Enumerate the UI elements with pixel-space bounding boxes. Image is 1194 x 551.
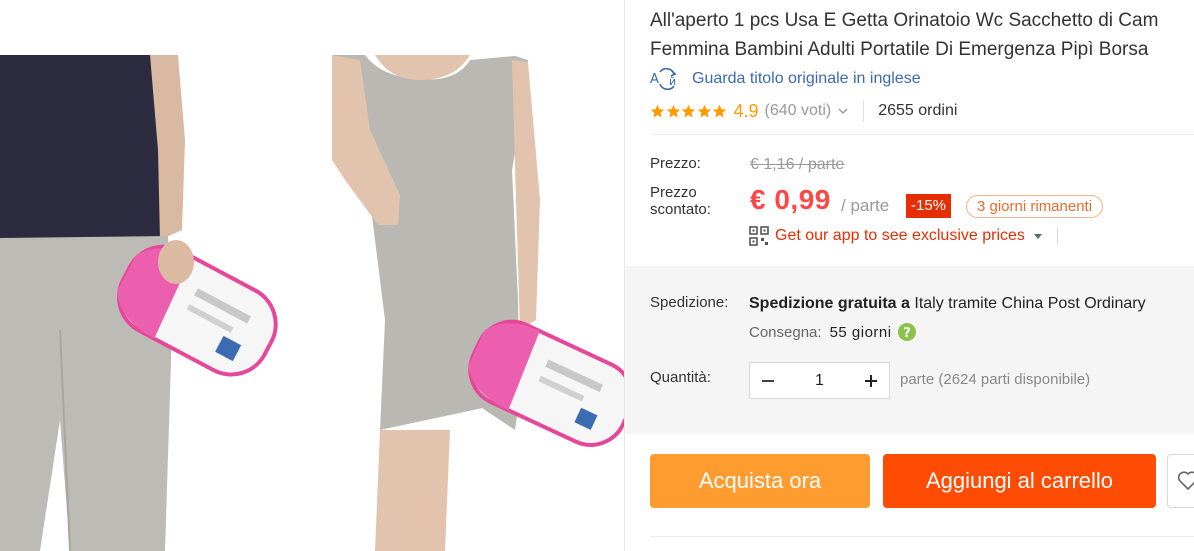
minus-icon <box>762 379 774 382</box>
svg-text:й: й <box>669 75 676 88</box>
svg-text:A: A <box>650 72 659 87</box>
shipping-method[interactable]: Spedizione gratuita a Italy tramite Chin… <box>749 295 1146 313</box>
heart-icon <box>1177 471 1194 491</box>
add-to-cart-button[interactable]: Aggiungi al carrello <box>883 454 1156 508</box>
translate-link-label: Guarda titolo originale in inglese <box>692 70 921 87</box>
votes-count[interactable]: (640 voti) <box>765 102 832 120</box>
caret-down-icon[interactable] <box>1033 231 1043 241</box>
quantity-label: Quantità: <box>650 369 711 386</box>
delivery-info: Consegna: 55 giorni ? <box>749 322 917 342</box>
orders-count: 2655 ordini <box>878 102 958 119</box>
discount-price-label: Prezzo scontato: <box>650 184 711 218</box>
product-title: All'aperto 1 pcs Usa E Getta Orinatoio W… <box>650 6 1194 64</box>
discount-badge: -15% <box>906 194 952 218</box>
rating-stars <box>650 104 728 119</box>
translate-icon: A й <box>650 68 677 90</box>
translate-link[interactable]: A й Guarda titolo originale in inglese <box>650 68 921 90</box>
app-promo-text: Get our app to see exclusive prices <box>775 227 1025 244</box>
wishlist-button[interactable] <box>1167 454 1194 508</box>
qr-code-icon <box>749 226 769 246</box>
buy-now-button[interactable]: Acquista ora <box>650 454 870 508</box>
available-stock: parte (2624 parti disponibile) <box>900 371 1091 388</box>
chevron-down-icon[interactable] <box>837 105 849 117</box>
delivery-label: Consegna: <box>749 323 822 341</box>
star-icon <box>666 104 680 117</box>
app-promo-link[interactable]: Get our app to see exclusive prices <box>749 226 1058 246</box>
product-image[interactable] <box>0 0 624 551</box>
increase-button[interactable] <box>853 363 889 398</box>
divider <box>863 100 865 122</box>
divider <box>1056 228 1058 244</box>
product-detail-panel: All'aperto 1 pcs Usa E Getta Orinatoio W… <box>624 0 1194 551</box>
shipping-label: Spedizione: <box>650 294 729 311</box>
plus-icon <box>865 374 877 387</box>
discount-label-line-1: Prezzo <box>650 184 697 201</box>
product-title-line-2: Femmina Bambini Adulti Portatile Di Emer… <box>650 39 1149 60</box>
delivery-days: 55 giorni <box>829 323 892 341</box>
svg-text:?: ? <box>903 326 911 341</box>
original-price: € 1,16 / parte <box>750 156 845 173</box>
decrease-button[interactable] <box>750 363 786 398</box>
rating-value: 4.9 <box>733 100 759 121</box>
quantity-stepper: 1 <box>749 362 890 399</box>
star-icon <box>697 104 711 117</box>
discount-price: € 0,99 <box>750 184 831 215</box>
star-icon <box>650 104 665 117</box>
rating-row: 4.9 (640 voti) 2655 ordini <box>650 98 957 124</box>
divider <box>650 536 1194 537</box>
price-label: Prezzo: <box>650 155 701 172</box>
help-icon[interactable]: ? <box>897 322 917 342</box>
product-title-line-1: All'aperto 1 pcs Usa E Getta Orinatoio W… <box>650 10 1159 31</box>
per-unit-label: / parte <box>841 196 890 215</box>
product-photo-illustration <box>0 55 624 551</box>
divider <box>650 134 1194 135</box>
free-shipping-text: Spedizione gratuita a <box>749 295 910 312</box>
shipping-destination: Italy tramite China Post Ordinary <box>914 295 1146 312</box>
quantity-input[interactable]: 1 <box>786 372 853 390</box>
shipping-section: Spedizione: Spedizione gratuita a Italy … <box>625 266 1194 434</box>
discount-label-line-2: scontato: <box>650 201 711 218</box>
days-remaining-badge: 3 giorni rimanenti <box>966 195 1104 218</box>
star-icon <box>712 104 727 117</box>
star-icon <box>681 104 696 117</box>
